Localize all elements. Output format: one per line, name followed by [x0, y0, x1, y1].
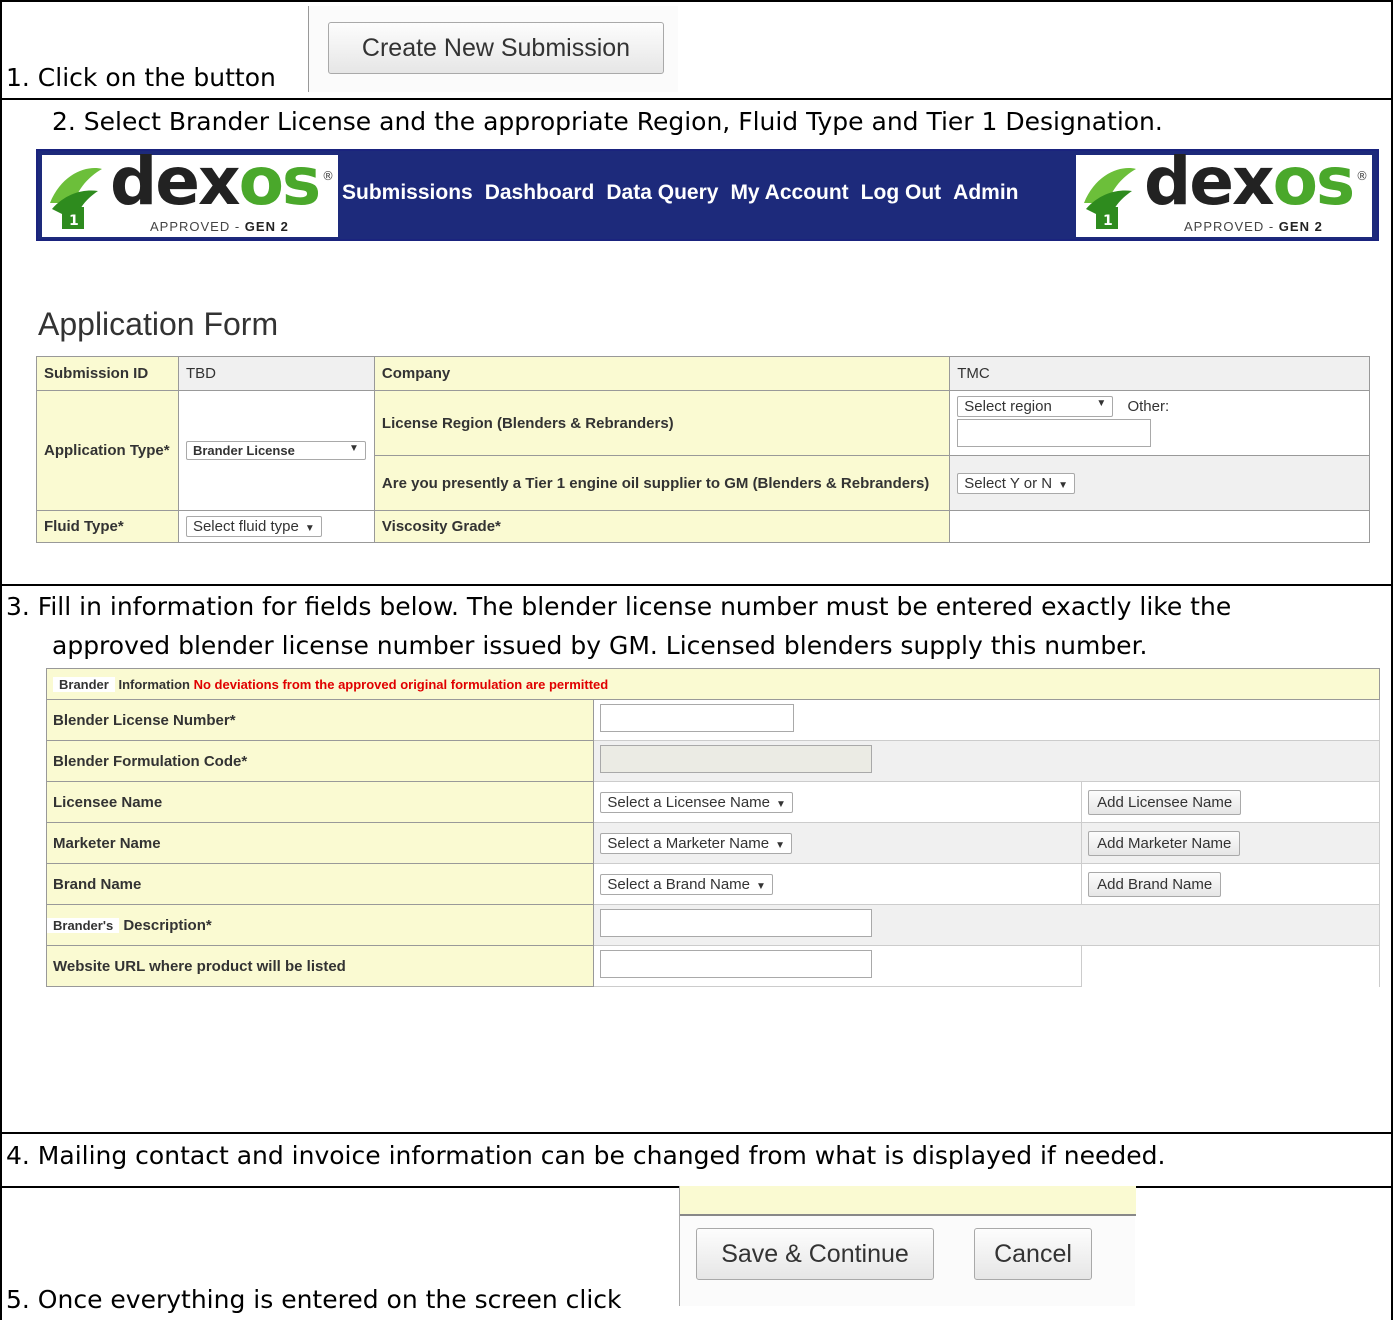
dexos-wing-icon: 1 — [1084, 168, 1136, 229]
step-4-text: 4. Mailing contact and invoice informati… — [6, 1141, 1166, 1170]
tier1-select[interactable]: Select Y or N ▼ — [957, 472, 1075, 494]
chevron-down-icon: ▼ — [1058, 479, 1068, 491]
other-region-input[interactable] — [957, 418, 1152, 447]
nav-admin[interactable]: Admin — [953, 181, 1018, 205]
divider — [0, 1132, 1393, 1134]
save-continue-button[interactable]: Save & Continue — [696, 1228, 934, 1280]
nav-dashboard[interactable]: Dashboard — [485, 181, 595, 205]
licensee-add-cell: Add Licensee Name — [1081, 781, 1380, 823]
chevron-down-icon: ▼ — [775, 839, 786, 851]
company-value: TMC — [949, 356, 1370, 391]
chevron-down-icon: ▼ — [776, 798, 786, 810]
svg-text:1: 1 — [1103, 213, 1113, 229]
website-url-label: Website URL where product will be listed — [45, 945, 595, 987]
brand-name-select[interactable]: Select a Brand Name ▼ — [600, 873, 773, 895]
tier1-label: Are you presently a Tier 1 engine oil su… — [373, 455, 951, 511]
viscosity-value — [949, 510, 1370, 543]
formulation-code-input[interactable] — [600, 745, 873, 773]
dexos-wing-icon: 1 — [50, 168, 102, 229]
registered-mark: ® — [322, 169, 334, 183]
blender-license-cell — [593, 699, 1380, 741]
branders-tag: Brander's — [47, 917, 120, 933]
page-title: Application Form — [38, 306, 279, 342]
step-3-text-line1: 3. Fill in information for fields below.… — [6, 592, 1232, 621]
brand-name-label: Brand Name — [45, 863, 595, 905]
brander-info-header: Brander Information No deviations from t… — [46, 668, 1380, 700]
main-nav: Submissions Dashboard Data Query My Acco… — [342, 181, 1018, 205]
license-region-label: License Region (Blenders & Rebranders) — [373, 390, 951, 456]
step-5-text: 5. Once everything is entered on the scr… — [6, 1285, 622, 1314]
nav-submissions[interactable]: Submissions — [342, 181, 473, 205]
submission-id-label: Submission ID — [36, 356, 179, 391]
application-type-select[interactable]: Brander License ▼ — [185, 441, 366, 460]
licensee-name-select[interactable]: Select a Licensee Name ▼ — [600, 791, 793, 813]
licensee-name-cell: Select a Licensee Name ▼ — [593, 781, 1083, 823]
description-label: Description* — [123, 916, 212, 934]
brand-name-cell: Select a Brand Name ▼ — [593, 863, 1083, 905]
submission-id-value: TBD — [177, 356, 375, 391]
nav-my-account[interactable]: My Account — [730, 181, 848, 205]
chevron-down-icon: ▼ — [349, 443, 359, 454]
application-form-table: Submission ID TBD Company TMC Applicatio… — [36, 356, 1370, 543]
dexos-header: 1 dexos ® APPROVED - GEN 2 Submissions D… — [36, 149, 1379, 241]
divider — [0, 98, 1393, 100]
blender-license-label: Blender License Number* — [45, 699, 595, 741]
website-url-input[interactable] — [600, 950, 873, 978]
description-label-cell: Brander's Description* — [45, 904, 595, 946]
description-input[interactable] — [600, 909, 873, 937]
add-licensee-button[interactable]: Add Licensee Name — [1088, 789, 1242, 815]
formulation-code-cell — [593, 740, 1380, 782]
logo-wordmark: dexos — [110, 143, 321, 220]
licensee-name-label: Licensee Name — [45, 781, 595, 823]
form-footer-strip — [680, 1186, 1136, 1216]
application-type-label: Application Type* — [36, 390, 179, 511]
dexos-logo-left[interactable]: 1 dexos ® APPROVED - GEN 2 — [42, 149, 338, 237]
marketer-add-cell: Add Marketer Name — [1081, 822, 1380, 864]
no-deviation-warning: No deviations from the approved original… — [193, 676, 609, 692]
nav-log-out[interactable]: Log Out — [861, 181, 941, 205]
add-marketer-button[interactable]: Add Marketer Name — [1088, 830, 1241, 856]
application-type-cell: Brander License ▼ — [177, 390, 375, 511]
tier1-cell: Select Y or N ▼ — [949, 455, 1370, 511]
step-2-text: 2. Select Brander License and the approp… — [52, 107, 1163, 136]
viscosity-label: Viscosity Grade* — [373, 510, 951, 543]
formulation-code-label: Blender Formulation Code* — [45, 740, 595, 782]
brand-add-cell: Add Brand Name — [1081, 863, 1380, 905]
marketer-name-cell: Select a Marketer Name ▼ — [593, 822, 1083, 864]
cancel-button[interactable]: Cancel — [974, 1228, 1092, 1280]
logo-approved-text: APPROVED - GEN 2 — [1184, 219, 1323, 234]
blender-license-input[interactable] — [600, 704, 795, 732]
website-empty-cell — [1081, 945, 1380, 987]
brander-information-table: Brander Information No deviations from t… — [45, 668, 1380, 987]
chevron-down-icon: ▼ — [304, 523, 315, 534]
save-cancel-screenshot: Save & Continue Cancel — [679, 1186, 1136, 1306]
logo-wordmark: dexos — [1144, 143, 1355, 220]
description-cell — [593, 904, 1380, 946]
company-label: Company — [373, 356, 951, 391]
other-label: Other: — [1127, 397, 1170, 415]
brander-tag: Brander — [53, 676, 115, 692]
nav-data-query[interactable]: Data Query — [606, 181, 718, 205]
divider — [0, 584, 1393, 586]
step-3-text-line2: approved blender license number issued b… — [52, 631, 1148, 660]
chevron-down-icon: ▼ — [756, 880, 766, 892]
create-new-submission-button[interactable]: Create New Submission — [328, 22, 664, 74]
registered-mark: ® — [1356, 169, 1368, 183]
website-url-cell — [593, 945, 1083, 987]
dexos-logo-right: 1 dexos ® APPROVED - GEN 2 — [1076, 149, 1372, 237]
marketer-name-label: Marketer Name — [45, 822, 595, 864]
marketer-name-select[interactable]: Select a Marketer Name ▼ — [600, 832, 793, 854]
fluid-type-label: Fluid Type* — [36, 510, 179, 543]
fluid-type-cell: Select fluid type ▼ — [177, 510, 375, 543]
svg-text:1: 1 — [69, 213, 79, 229]
chevron-down-icon: ▼ — [1096, 397, 1107, 409]
step-1-text: 1. Click on the button — [6, 63, 276, 92]
region-select[interactable]: Select region ▼ — [957, 395, 1114, 417]
add-brand-button[interactable]: Add Brand Name — [1088, 871, 1222, 897]
create-button-screenshot: Create New Submission — [308, 6, 678, 92]
fluid-type-select[interactable]: Select fluid type ▼ — [185, 516, 322, 537]
logo-approved-text: APPROVED - GEN 2 — [150, 219, 289, 234]
license-region-cell: Select region ▼ Other: — [949, 390, 1370, 456]
